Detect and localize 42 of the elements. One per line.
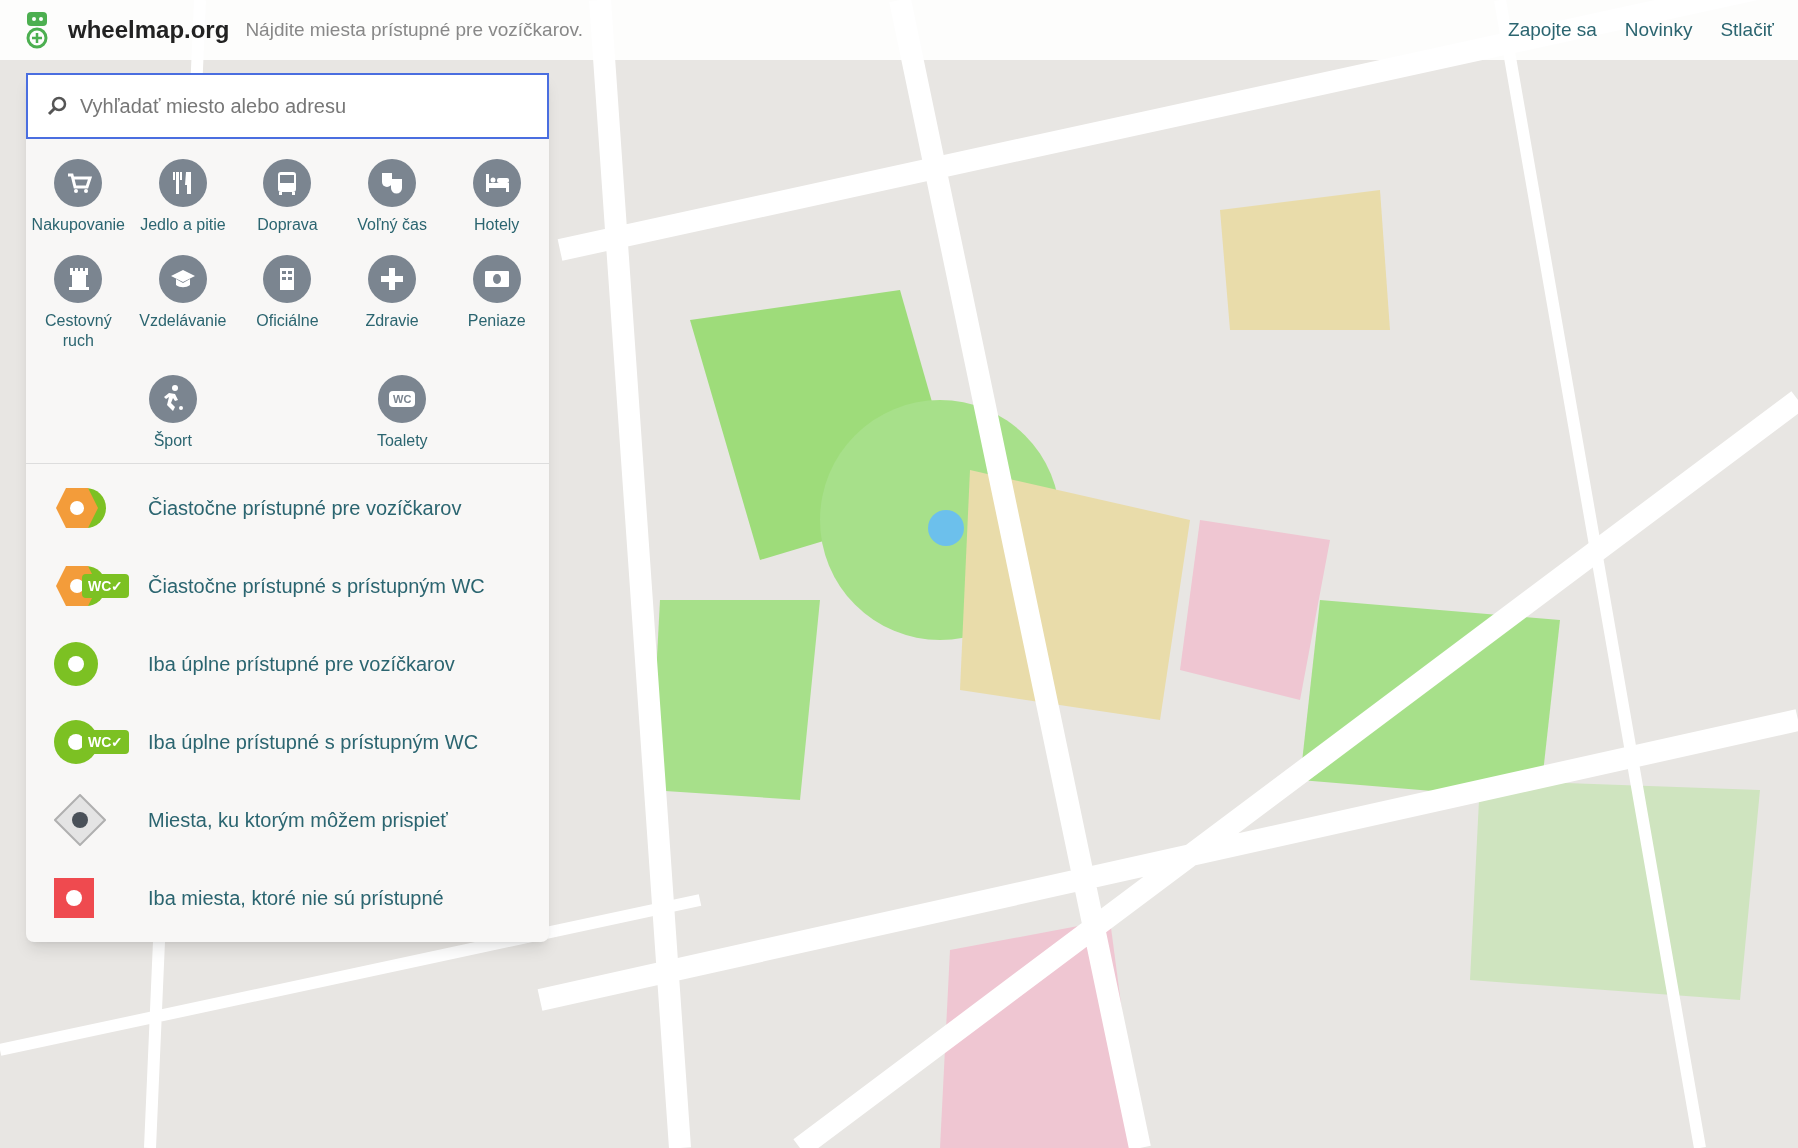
- cart-icon: [54, 159, 103, 207]
- category-button[interactable]: Šport: [123, 375, 222, 451]
- legend-label: Iba úplne prístupné s prístupným WC: [148, 730, 479, 755]
- full-marker-icon: [54, 642, 98, 686]
- category-button[interactable]: Vzdelávanie: [133, 255, 232, 351]
- plus-icon: [368, 255, 417, 303]
- category-button[interactable]: Zdravie: [343, 255, 442, 351]
- legend-label: Iba úplne prístupné pre vozíčkarov: [148, 652, 455, 677]
- money-icon: [472, 255, 521, 303]
- search-field[interactable]: Vyhľadať miesto alebo adresu: [26, 73, 549, 139]
- nav-link[interactable]: Novinky: [1624, 15, 1693, 45]
- masks-icon: [368, 159, 417, 207]
- category-button[interactable]: Jedlo a pitie: [133, 159, 232, 235]
- legend-label: Čiastočne prístupné s prístupným WC: [148, 574, 485, 599]
- none-marker-icon: [54, 878, 94, 918]
- bed-icon: [472, 159, 521, 207]
- runner-icon: [148, 375, 197, 423]
- legend-label: Iba miesta, ktoré nie sú prístupné: [148, 886, 444, 911]
- tower-icon: [54, 255, 103, 303]
- category-button[interactable]: Nakupovanie: [29, 159, 128, 235]
- wc-badge: WC✓: [82, 730, 130, 754]
- unknown-marker-icon: [54, 794, 106, 846]
- category-button[interactable]: Cestovný ruch: [29, 255, 128, 351]
- nav-link[interactable]: Zapojte sa: [1508, 15, 1597, 45]
- category-button[interactable]: Voľný čas: [343, 159, 442, 235]
- category-button[interactable]: Doprava: [238, 159, 337, 235]
- category-button[interactable]: Peniaze: [447, 255, 546, 351]
- category-button[interactable]: Oficiálne: [238, 255, 337, 351]
- wc-badge: WC✓: [82, 574, 130, 598]
- cap-icon: [158, 255, 207, 303]
- search-icon: [46, 95, 68, 117]
- building-icon: [263, 255, 312, 303]
- tagline: Nájdite miesta prístupné pre vozíčkarov.: [245, 17, 583, 42]
- category-button[interactable]: WC Toalety: [353, 375, 452, 451]
- bus-icon: [263, 159, 312, 207]
- legend-label: Miesta, ku ktorým môžem prispieť: [148, 808, 448, 833]
- wc-icon: WC: [378, 375, 427, 423]
- category-button[interactable]: Hotely: [447, 159, 546, 235]
- nav-link[interactable]: Stlačiť: [1720, 15, 1774, 45]
- site-logo[interactable]: wheelmap.org: [68, 12, 230, 48]
- legend-label: Čiastočne prístupné pre vozíčkarov: [148, 496, 462, 521]
- cutlery-icon: [158, 159, 207, 207]
